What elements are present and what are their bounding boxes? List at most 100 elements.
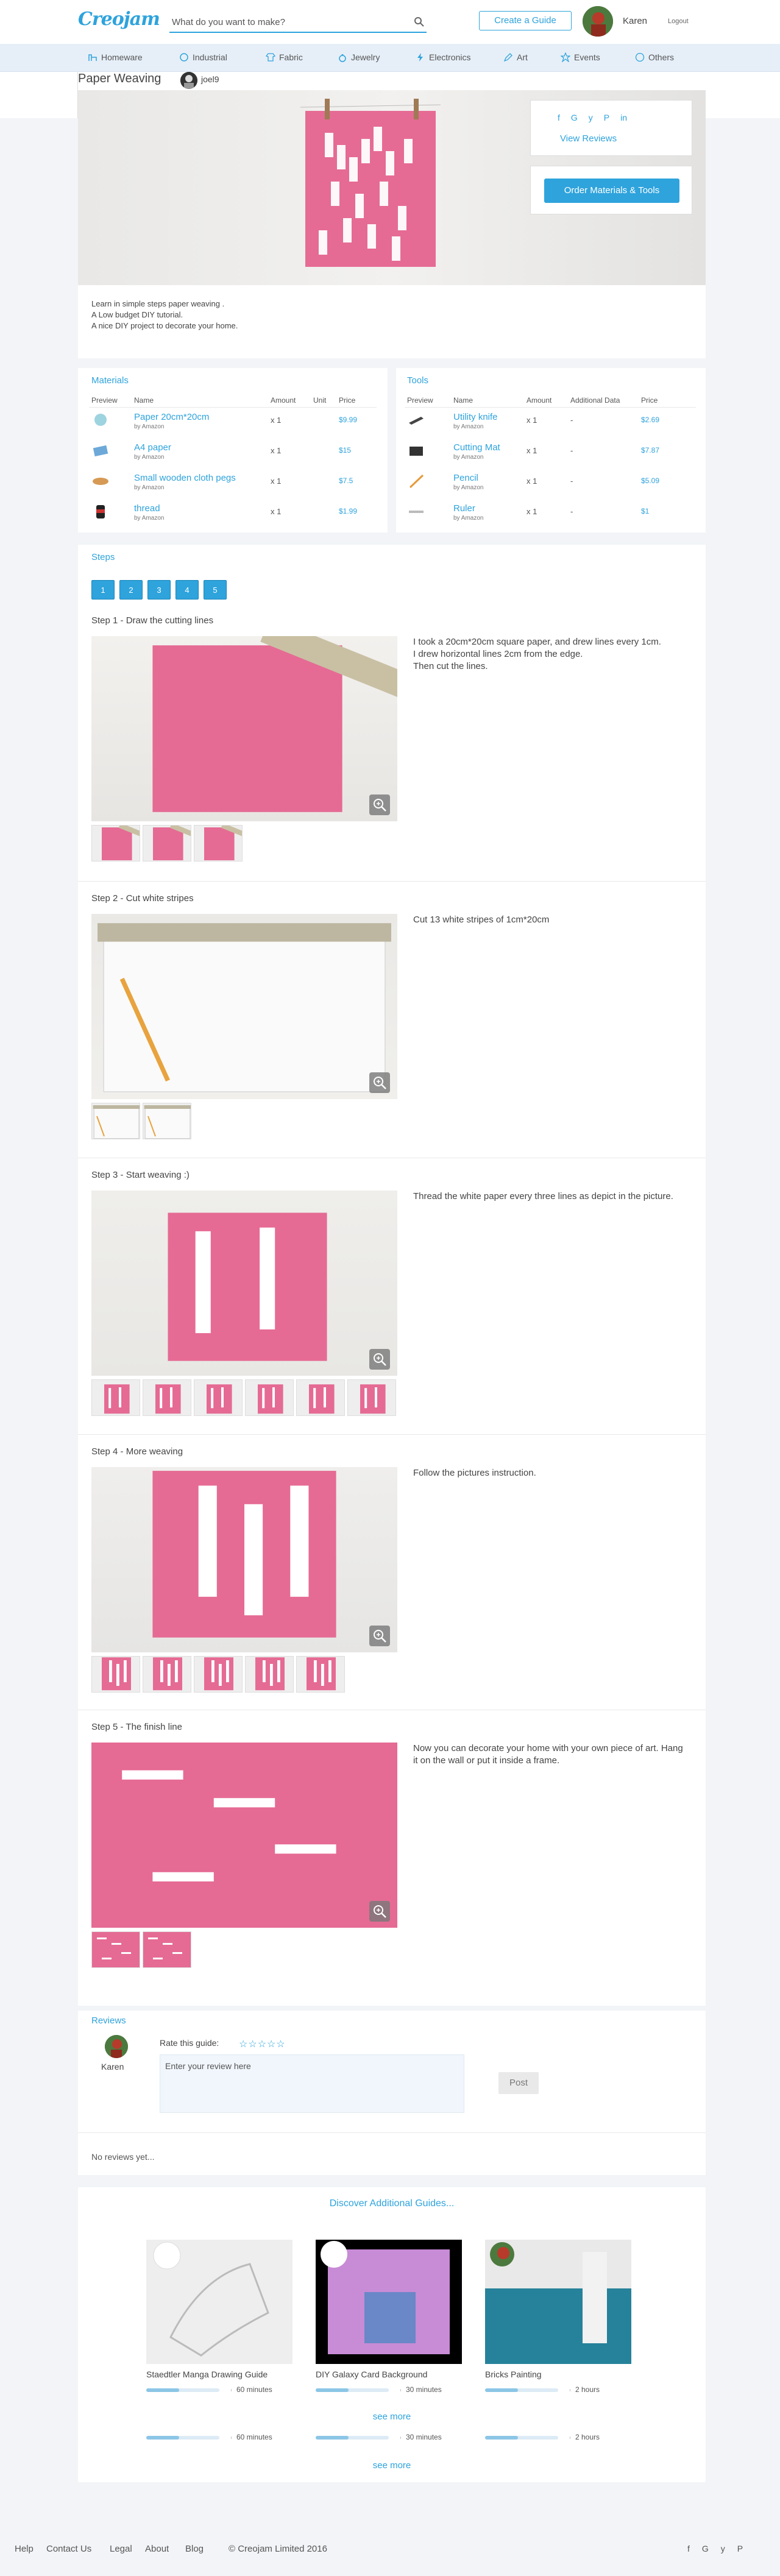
guide-title[interactable]: DIY Galaxy Card Background	[316, 2369, 427, 2379]
page-button-5[interactable]: 5	[204, 580, 227, 600]
material-name-link[interactable]: thread	[134, 503, 160, 514]
author-name[interactable]: joel9	[201, 74, 219, 84]
step-photo[interactable]	[91, 914, 397, 1099]
zoom-icon[interactable]	[369, 1626, 390, 1646]
zoom-icon[interactable]	[369, 1349, 390, 1370]
step-thumbnail[interactable]	[143, 1103, 191, 1139]
nav-item-events[interactable]: Events	[561, 52, 600, 62]
order-materials-button[interactable]: Order Materials & Tools	[544, 179, 679, 203]
guide-image[interactable]	[485, 2240, 631, 2364]
step-thumbnail[interactable]	[194, 1656, 243, 1693]
nav-item-homeware[interactable]: Homeware	[88, 52, 143, 62]
tool-name-link[interactable]: Utility knife	[453, 412, 498, 422]
nav-item-art[interactable]: Art	[503, 52, 528, 62]
step-thumbnail[interactable]	[296, 1379, 345, 1416]
nav-item-industrial[interactable]: Industrial	[179, 52, 227, 62]
footer-link-legal[interactable]: Legal	[110, 2544, 132, 2554]
facebook-icon[interactable]: f	[687, 2544, 690, 2553]
see-more-link[interactable]: see more	[78, 2411, 706, 2422]
step-thumbnail[interactable]	[91, 1103, 140, 1139]
step-photo[interactable]	[91, 1191, 397, 1376]
step-photo[interactable]	[91, 636, 397, 821]
divider	[89, 407, 377, 408]
guide-card[interactable]: DIY Galaxy Card Background 30 minutes	[308, 2240, 469, 2404]
step-thumbnail[interactable]	[194, 1379, 243, 1416]
nav-item-fabric[interactable]: Fabric	[266, 52, 303, 62]
pinterest-icon[interactable]: P	[737, 2544, 743, 2553]
create-guide-button[interactable]: Create a Guide	[479, 11, 572, 30]
material-price-link[interactable]: $1.99	[339, 507, 357, 515]
logout-link[interactable]: Logout	[668, 18, 689, 25]
page-button-2[interactable]: 2	[119, 580, 143, 600]
step-thumbnail[interactable]	[194, 825, 243, 862]
step-thumbnail[interactable]	[143, 825, 191, 862]
brand-logo[interactable]: Creojam	[78, 9, 160, 30]
tool-price-link[interactable]: $7.87	[641, 446, 659, 455]
tool-additional-data: -	[570, 476, 573, 486]
page-button-4[interactable]: 4	[176, 580, 199, 600]
zoom-icon[interactable]	[369, 1901, 390, 1922]
page-button-3[interactable]: 3	[147, 580, 171, 600]
tool-name-link[interactable]: Ruler	[453, 503, 475, 514]
step-thumbnail[interactable]	[347, 1379, 396, 1416]
twitter-icon[interactable]: y	[589, 113, 593, 122]
guide-image[interactable]	[316, 2240, 462, 2364]
step-thumbnail[interactable]	[91, 825, 140, 862]
review-textarea[interactable]: Enter your review here	[160, 2054, 464, 2113]
guide-title[interactable]: Bricks Painting	[485, 2369, 542, 2379]
facebook-icon[interactable]: f	[558, 113, 560, 122]
zoom-icon[interactable]	[369, 794, 390, 815]
search-icon[interactable]	[413, 16, 425, 28]
pinterest-icon[interactable]: P	[604, 113, 609, 122]
material-name-link[interactable]: Paper 20cm*20cm	[134, 412, 209, 422]
material-name-link[interactable]: A4 paper	[134, 442, 171, 453]
step-photo[interactable]	[91, 1467, 397, 1652]
footer-link-contact-us[interactable]: Contact Us	[46, 2544, 91, 2554]
footer-link-blog[interactable]: Blog	[185, 2544, 204, 2554]
nav-item-jewelry[interactable]: Jewelry	[338, 52, 380, 62]
search-input[interactable]: What do you want to make?	[169, 12, 427, 33]
step-thumbnail[interactable]	[91, 1931, 140, 1968]
step-thumbnail[interactable]	[91, 1656, 140, 1693]
step-thumbnail[interactable]	[245, 1379, 294, 1416]
google-icon[interactable]: G	[702, 2544, 709, 2553]
material-price-link[interactable]: $15	[339, 446, 351, 455]
lightning-icon	[417, 53, 423, 62]
step-thumbnail[interactable]	[296, 1656, 345, 1693]
tool-name-link[interactable]: Pencil	[453, 473, 478, 483]
step-thumbnail[interactable]	[143, 1931, 191, 1968]
guide-card[interactable]: Bricks Painting 2 hours	[478, 2240, 639, 2404]
step-photo[interactable]	[91, 1743, 397, 1928]
material-price-link[interactable]: $9.99	[339, 416, 357, 424]
tool-price-link[interactable]: $2.69	[641, 416, 659, 424]
guide-card[interactable]: Staedtler Manga Drawing Guide 60 minutes	[139, 2240, 300, 2404]
tool-price-link[interactable]: $5.09	[641, 476, 659, 485]
step-thumbnail[interactable]	[143, 1379, 191, 1416]
zoom-icon[interactable]	[369, 1072, 390, 1093]
footer-link-about[interactable]: About	[145, 2544, 169, 2554]
material-price-link[interactable]: $7.5	[339, 476, 353, 485]
step-thumbnail[interactable]	[91, 1379, 140, 1416]
linkedin-icon[interactable]: in	[620, 113, 627, 122]
see-more-link-2[interactable]: see more	[78, 2460, 706, 2471]
material-vendor: by Amazon	[134, 423, 165, 430]
page-button-1[interactable]: 1	[91, 580, 115, 600]
post-review-button[interactable]: Post	[498, 2072, 539, 2094]
tool-price-link[interactable]: $1	[641, 507, 649, 515]
guide-image[interactable]	[146, 2240, 292, 2364]
tool-name-link[interactable]: Cutting Mat	[453, 442, 500, 453]
author-avatar[interactable]	[180, 72, 197, 89]
step-thumbnail[interactable]	[245, 1656, 294, 1693]
rating-stars[interactable]: ☆☆☆☆☆	[239, 2038, 286, 2050]
footer-link-help[interactable]: Help	[15, 2544, 34, 2554]
material-name-link[interactable]: Small wooden cloth pegs	[134, 473, 236, 483]
user-avatar[interactable]	[583, 6, 613, 37]
twitter-icon[interactable]: y	[721, 2544, 725, 2553]
guide-title[interactable]: Staedtler Manga Drawing Guide	[146, 2369, 268, 2379]
nav-item-others[interactable]: Others	[635, 52, 674, 62]
user-name[interactable]: Karen	[623, 16, 647, 26]
step-thumbnail[interactable]	[143, 1656, 191, 1693]
google-icon[interactable]: G	[571, 113, 578, 122]
nav-item-electronics[interactable]: Electronics	[416, 52, 470, 62]
view-reviews-link[interactable]: View Reviews	[560, 133, 617, 144]
